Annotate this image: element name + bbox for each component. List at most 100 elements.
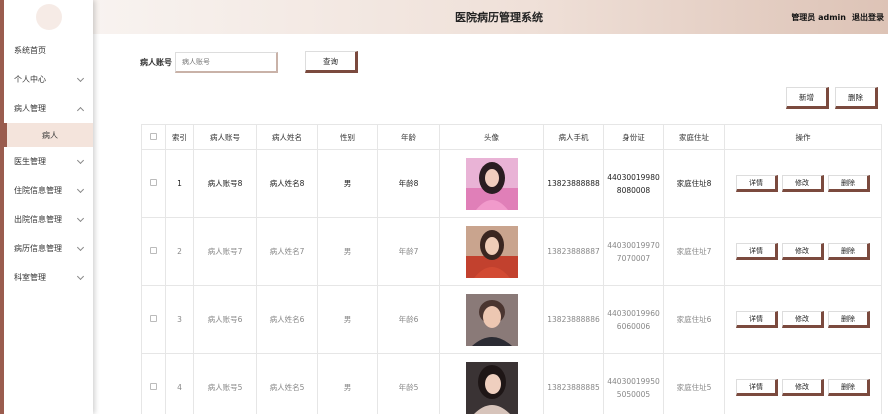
- sidebar-item-label: 病历信息管理: [14, 244, 62, 253]
- cell-operations: 详情 修改 删除: [724, 285, 882, 354]
- cell-name: 病人姓名6: [256, 285, 318, 354]
- chevron-down-icon: [76, 185, 85, 193]
- cell-age: 年龄6: [377, 285, 440, 354]
- cell-phone: 13823888885: [543, 353, 604, 414]
- patient-photo: [465, 293, 518, 346]
- cell-index: 4: [165, 353, 194, 414]
- cell-idcard: 44030019960 6060006: [603, 285, 664, 354]
- sidebar-item-label: 科室管理: [14, 273, 46, 282]
- cell-idcard: 44030019970 7070007: [603, 217, 664, 286]
- cell-operations: 详情 修改 删除: [724, 149, 882, 218]
- sidebar-nav: 系统首页 个人中心 病人管理 病人 医生管理 住院信息管理 出院信息管理 病历信…: [4, 36, 93, 292]
- cell-operations: 详情 修改 删除: [724, 217, 882, 286]
- cell-name: 病人姓名5: [256, 353, 318, 414]
- cell-phone: 13823888886: [543, 285, 604, 354]
- row-actions: 详情 修改 删除: [725, 243, 881, 260]
- row-actions: 详情 修改 删除: [725, 311, 881, 328]
- column-header: 索引: [165, 124, 194, 150]
- cell-account: 病人账号6: [193, 285, 257, 354]
- row-select-cell: [141, 149, 166, 218]
- column-header: 操作: [724, 124, 882, 150]
- column-header: 病人手机: [543, 124, 604, 150]
- row-checkbox[interactable]: [150, 247, 157, 254]
- column-header: 病人账号: [193, 124, 257, 150]
- cell-address: 家庭住址7: [663, 217, 725, 286]
- idcard-line: 44030019980: [607, 172, 660, 182]
- cell-photo: [439, 285, 544, 354]
- row-checkbox[interactable]: [150, 383, 157, 390]
- column-header: 头像: [439, 124, 544, 150]
- row-checkbox[interactable]: [150, 179, 157, 186]
- logout-link[interactable]: 退出登录: [852, 12, 884, 23]
- chevron-up-icon: [76, 106, 85, 114]
- sidebar: 系统首页 个人中心 病人管理 病人 医生管理 住院信息管理 出院信息管理 病历信…: [0, 0, 93, 414]
- search-bar: 病人账号 查询: [140, 51, 358, 73]
- cell-photo: [439, 217, 544, 286]
- table-header-row: 索引 病人账号 病人姓名 性别 年龄 头像 病人手机 身份证 家庭住址 操作: [141, 124, 882, 150]
- column-header: 年龄: [377, 124, 440, 150]
- detail-button[interactable]: 详情: [736, 311, 778, 328]
- edit-button[interactable]: 修改: [782, 311, 824, 328]
- delete-button[interactable]: 删除: [835, 87, 878, 109]
- patient-photo: [465, 157, 518, 210]
- idcard-line: 7070007: [616, 253, 651, 263]
- idcard-line: 5050005: [616, 389, 651, 399]
- admin-label: 管理员 admin: [791, 13, 846, 22]
- edit-button[interactable]: 修改: [782, 175, 824, 192]
- search-input[interactable]: [175, 51, 278, 73]
- chevron-down-icon: [76, 243, 85, 251]
- detail-button[interactable]: 详情: [736, 243, 778, 260]
- sidebar-subitem-patient[interactable]: 病人: [4, 123, 93, 147]
- row-select-cell: [141, 285, 166, 354]
- sidebar-item-record-management[interactable]: 病历信息管理: [4, 234, 93, 263]
- row-delete-button[interactable]: 删除: [828, 311, 870, 328]
- search-label: 病人账号: [140, 57, 172, 67]
- sidebar-item-patient-management[interactable]: 病人管理: [4, 94, 93, 123]
- chevron-down-icon: [76, 74, 85, 82]
- cell-idcard: 44030019980 8080008: [603, 149, 664, 218]
- cell-photo: [439, 353, 544, 414]
- cell-age: 年龄7: [377, 217, 440, 286]
- idcard-line: 8080008: [616, 185, 651, 195]
- row-actions: 详情 修改 删除: [725, 175, 881, 192]
- cell-index: 2: [165, 217, 194, 286]
- sidebar-item-home[interactable]: 系统首页: [4, 36, 93, 65]
- table-row[interactable]: 3 病人账号6 病人姓名6 男 年龄6 13823888886 44030019…: [141, 285, 882, 354]
- query-button[interactable]: 查询: [305, 51, 358, 73]
- cell-idcard: 44030019950 5050005: [603, 353, 664, 414]
- row-select-cell: [141, 353, 166, 414]
- table-row[interactable]: 2 病人账号7 病人姓名7 男 年龄7 13823888887 44030019…: [141, 217, 882, 286]
- sidebar-item-doctor-management[interactable]: 医生管理: [4, 147, 93, 176]
- sidebar-item-discharge-management[interactable]: 出院信息管理: [4, 205, 93, 234]
- cell-phone: 13823888888: [543, 149, 604, 218]
- sidebar-item-label: 系统首页: [14, 46, 46, 55]
- detail-button[interactable]: 详情: [736, 175, 778, 192]
- patient-photo: [465, 361, 518, 414]
- row-actions: 详情 修改 删除: [725, 379, 881, 396]
- sidebar-item-department-management[interactable]: 科室管理: [4, 263, 93, 292]
- detail-button[interactable]: 详情: [736, 379, 778, 396]
- sidebar-item-label: 个人中心: [14, 75, 46, 84]
- sidebar-item-label: 出院信息管理: [14, 215, 62, 224]
- cell-address: 家庭住址5: [663, 353, 725, 414]
- cell-account: 病人账号5: [193, 353, 257, 414]
- table-row[interactable]: 4 病人账号5 病人姓名5 男 年龄5 13823888885 44030019…: [141, 353, 882, 414]
- row-delete-button[interactable]: 删除: [828, 243, 870, 260]
- row-delete-button[interactable]: 删除: [828, 175, 870, 192]
- row-delete-button[interactable]: 删除: [828, 379, 870, 396]
- edit-button[interactable]: 修改: [782, 379, 824, 396]
- sidebar-item-personal-center[interactable]: 个人中心: [4, 65, 93, 94]
- column-header: 病人姓名: [256, 124, 318, 150]
- add-button[interactable]: 新增: [786, 87, 829, 109]
- cell-age: 年龄8: [377, 149, 440, 218]
- row-checkbox[interactable]: [150, 315, 157, 322]
- avatar: [36, 4, 62, 30]
- sidebar-item-label: 病人管理: [14, 104, 46, 113]
- page-title: 医院病历管理系统: [455, 11, 543, 24]
- cell-account: 病人账号8: [193, 149, 257, 218]
- idcard-line: 44030019960: [607, 308, 660, 318]
- edit-button[interactable]: 修改: [782, 243, 824, 260]
- sidebar-item-admission-management[interactable]: 住院信息管理: [4, 176, 93, 205]
- select-all-checkbox[interactable]: [150, 132, 157, 140]
- table-row[interactable]: 1 病人账号8 病人姓名8 男 年龄8 13823888888 44030019…: [141, 149, 882, 218]
